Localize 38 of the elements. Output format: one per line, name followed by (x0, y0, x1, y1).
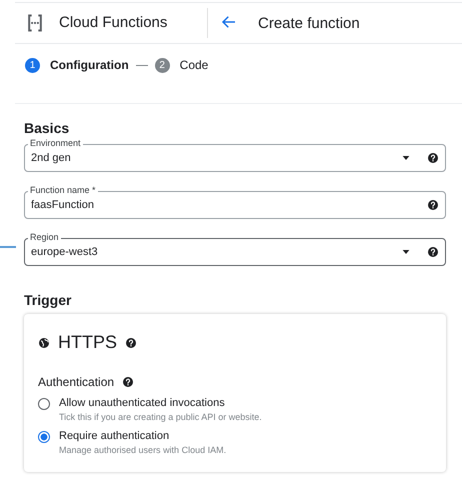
field-value: europe-west3 (31, 246, 99, 258)
option-label: Require authentication (59, 430, 170, 442)
field-label: Function name * (28, 185, 98, 196)
dropdown-field[interactable]: Region europe-west3 (24, 232, 446, 266)
field-label: Environment (28, 138, 83, 149)
step-tab[interactable]: 1 Configuration (25, 58, 129, 72)
help-icon (427, 246, 439, 258)
option-label: Allow unauthenticated invocations (59, 397, 226, 409)
step-tab[interactable]: 2 Code (154, 58, 208, 72)
step-label: Configuration (50, 58, 129, 72)
caret-icon (401, 154, 411, 162)
step-connector (136, 64, 148, 66)
trigger-type: HTTPS (58, 332, 118, 353)
option-hint: Manage authorised users with Cloud IAM. (59, 445, 226, 455)
input-field[interactable]: Function name * faasFunction (24, 185, 446, 219)
brackets-icon (25, 13, 45, 33)
auth-heading: Authentication (38, 375, 114, 389)
caret-icon (401, 248, 411, 256)
radio-button[interactable] (38, 398, 50, 410)
step-number: 2 (154, 58, 170, 72)
option-hint: Tick this if you are creating a public API or website. (59, 412, 262, 422)
radio-button[interactable] (38, 431, 50, 443)
help-icon (122, 376, 134, 388)
section-heading: Basics (24, 120, 70, 136)
page-title: Create function (258, 14, 360, 32)
field-value: 2nd gen (31, 152, 72, 164)
help-icon (125, 336, 138, 348)
step-label: Code (180, 58, 208, 72)
field-value: faasFunction (31, 199, 95, 211)
step-number: 1 (25, 58, 40, 72)
dropdown-field[interactable]: Environment 2nd gen (24, 138, 446, 172)
product-name: Cloud Functions (59, 8, 208, 38)
section-heading: Trigger (24, 292, 72, 308)
globe-icon (38, 336, 50, 348)
focus-indicator (0, 246, 16, 248)
help-icon (427, 152, 439, 164)
help-icon (427, 199, 439, 211)
field-label: Region (28, 232, 61, 243)
